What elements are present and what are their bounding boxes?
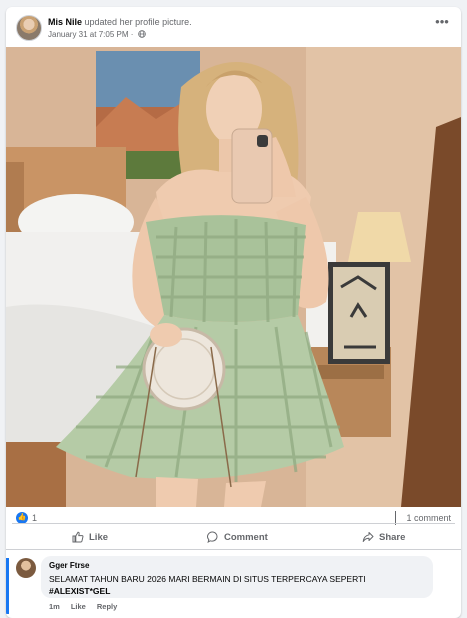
- post-card: Mis Nile updated her profile picture. Ja…: [6, 7, 461, 618]
- action-bar: Like Comment Share: [12, 523, 455, 549]
- share-button[interactable]: Share: [362, 528, 405, 546]
- meta-separator: ·: [130, 30, 134, 39]
- comment-thread-accent: [6, 558, 9, 614]
- thumbs-up-icon: [72, 531, 84, 543]
- comment-meta: 1m Like Reply: [49, 602, 117, 612]
- share-arrow-icon: [362, 532, 374, 542]
- globe-icon[interactable]: [137, 30, 146, 38]
- photo-illustration: [6, 47, 461, 507]
- post-action-text: updated her profile picture.: [84, 17, 192, 27]
- comment-like-button[interactable]: Like: [71, 602, 86, 612]
- share-label: Share: [379, 531, 406, 543]
- dress: [146, 215, 306, 322]
- author-avatar[interactable]: [16, 15, 42, 41]
- author-line: Mis Nile updated her profile picture.: [48, 17, 192, 28]
- post-meta: January 31 at 7:05 PM ·: [48, 30, 146, 40]
- comment-body: SELAMAT TAHUN BARU 2026 MARI BERMAIN DI …: [49, 574, 366, 584]
- profile-picture-photo[interactable]: [6, 47, 461, 507]
- post-timestamp[interactable]: January 31 at 7:05 PM: [48, 30, 129, 39]
- comments-section: Gger Ftrse SELAMAT TAHUN BARU 2026 MARI …: [6, 549, 461, 618]
- comment-time[interactable]: 1m: [49, 602, 60, 612]
- comment-hashtag[interactable]: #ALEXIST*GEL: [49, 586, 110, 596]
- like-button[interactable]: Like: [72, 528, 108, 546]
- commenter-avatar[interactable]: [16, 558, 36, 578]
- lamp-shade: [348, 212, 411, 262]
- comment-reply-button[interactable]: Reply: [97, 602, 117, 612]
- commenter-name[interactable]: Gger Ftrse: [49, 561, 425, 571]
- like-label: Like: [89, 531, 109, 543]
- comment-bubble: Gger Ftrse SELAMAT TAHUN BARU 2026 MARI …: [41, 556, 433, 598]
- post-header: Mis Nile updated her profile picture. Ja…: [6, 7, 461, 47]
- comment-label: Comment: [224, 531, 268, 543]
- comment-text: SELAMAT TAHUN BARU 2026 MARI BERMAIN DI …: [49, 573, 425, 597]
- more-horizontal-icon[interactable]: •••: [433, 15, 451, 31]
- comment-bubble-icon: [207, 531, 218, 543]
- comment-button[interactable]: Comment: [207, 528, 268, 546]
- author-name[interactable]: Mis Nile: [48, 17, 82, 27]
